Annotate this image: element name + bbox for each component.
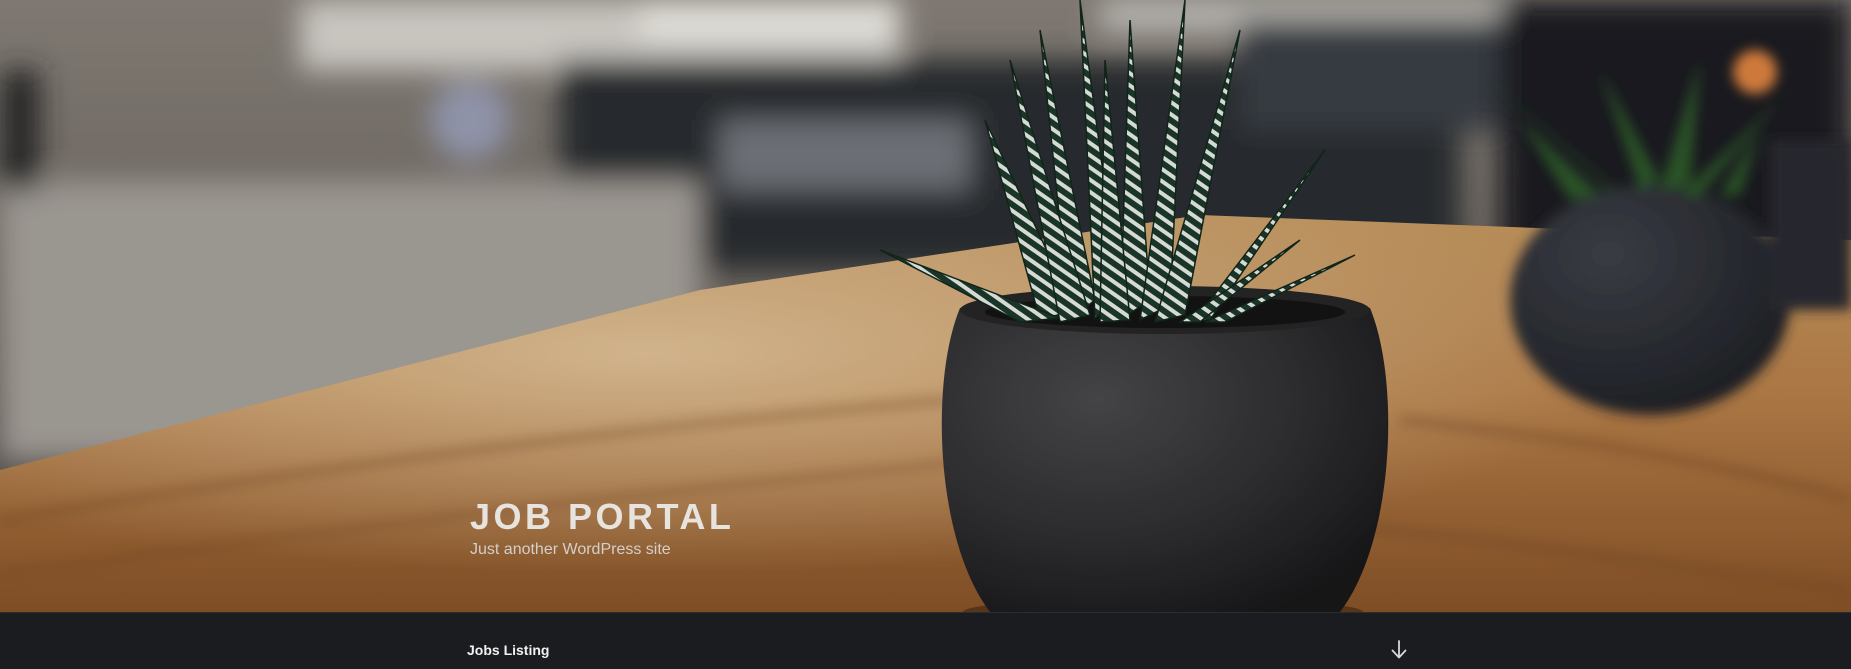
main-navigation: Jobs Listing bbox=[0, 612, 1851, 669]
page: JOB PORTAL Just another WordPress site J… bbox=[0, 0, 1851, 669]
header-photo bbox=[0, 0, 1851, 612]
header-image: JOB PORTAL Just another WordPress site bbox=[0, 0, 1851, 612]
nav-item-jobs-listing[interactable]: Jobs Listing bbox=[467, 641, 549, 659]
site-title[interactable]: JOB PORTAL bbox=[470, 496, 734, 538]
site-description: Just another WordPress site bbox=[470, 541, 671, 558]
arrow-down-icon[interactable] bbox=[1390, 639, 1408, 661]
site-branding: JOB PORTAL Just another WordPress site bbox=[470, 496, 734, 560]
